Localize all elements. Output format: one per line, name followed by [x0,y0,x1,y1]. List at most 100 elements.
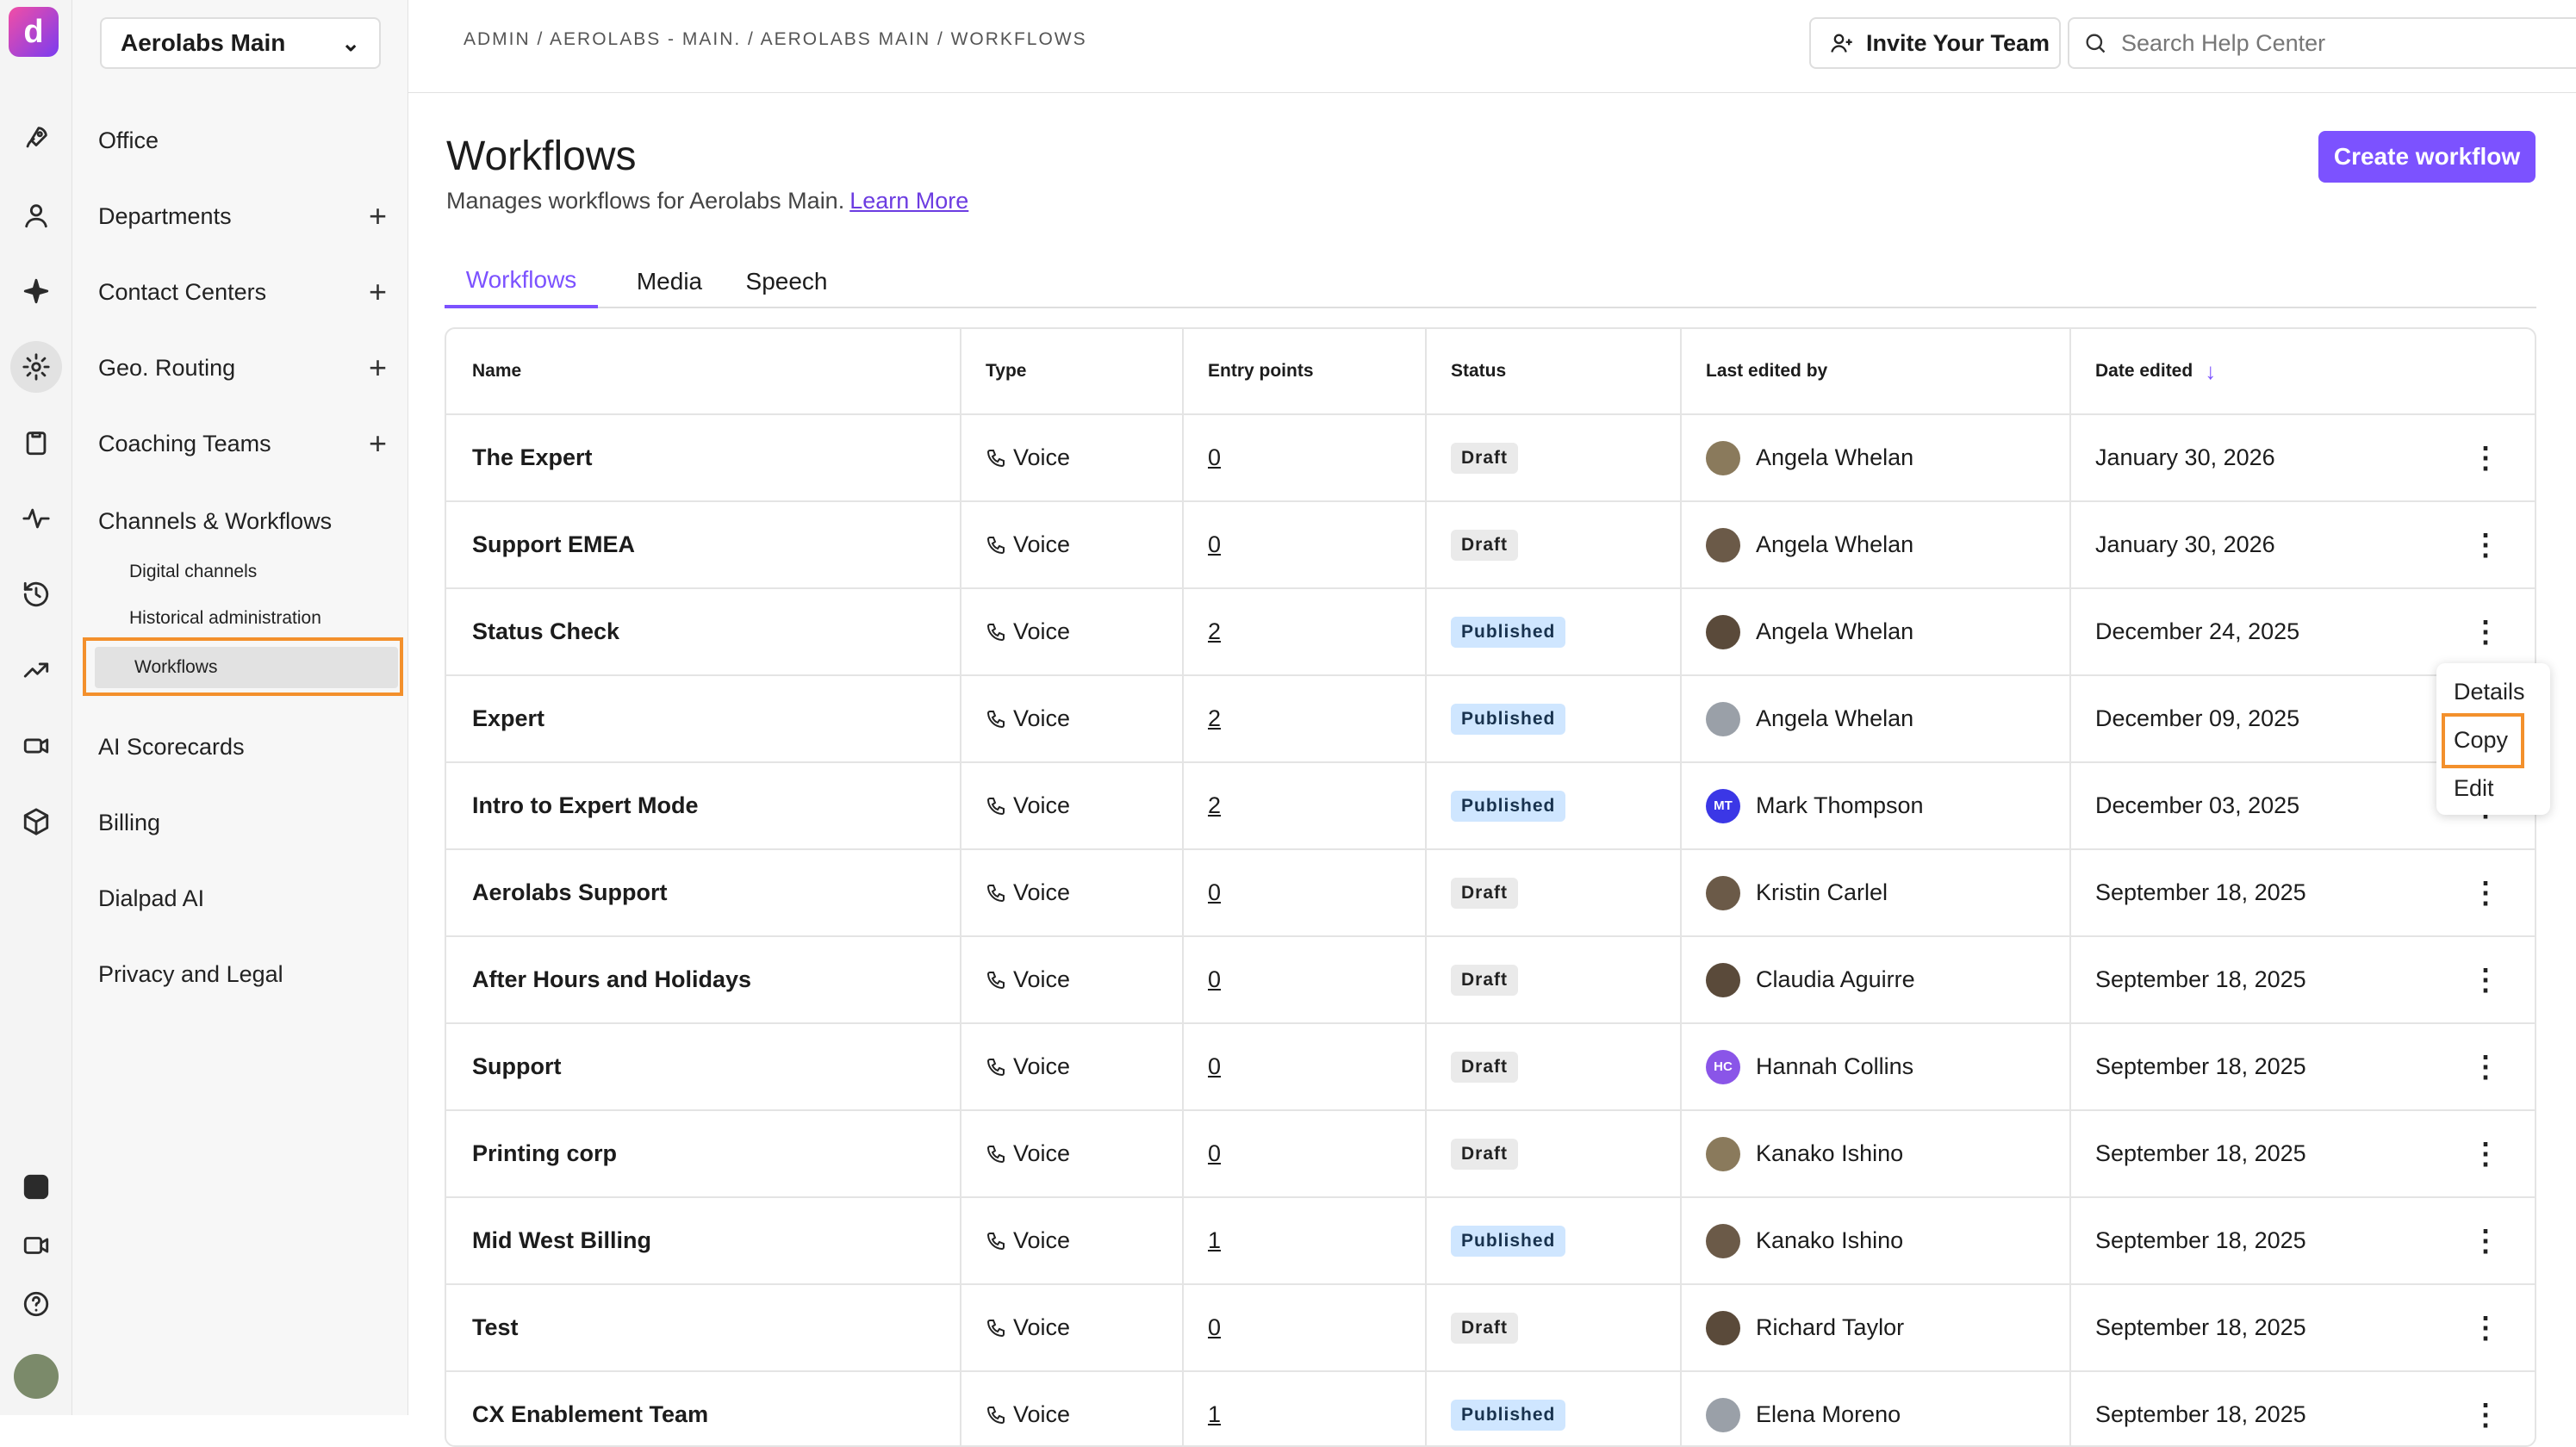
workflow-name[interactable]: Status Check [446,589,619,674]
header-name[interactable]: Name [446,329,521,413]
history-icon[interactable] [10,568,62,620]
learn-more-link[interactable]: Learn More [849,188,968,214]
entry-points-link[interactable]: 2 [1182,676,1221,761]
workflow-name[interactable]: Printing corp [446,1111,617,1196]
video-icon[interactable] [10,1220,62,1271]
nav-sub-digital-channels[interactable]: Digital channels [129,553,257,591]
office-selector[interactable]: Aerolabs Main ⌄ [100,17,381,69]
rocket-icon[interactable] [10,112,62,164]
table-row[interactable]: The Expert Voice 0 Draft Angela Whelan Januar… [446,415,2535,502]
header-status[interactable]: Status [1425,329,1506,413]
entry-points-link[interactable]: 0 [1182,502,1221,587]
more-options-icon[interactable]: ⋮ [2471,850,2500,935]
workflow-name[interactable]: Intro to Expert Mode [446,763,699,848]
create-workflow-button[interactable]: Create workflow [2318,131,2536,183]
entry-points-link[interactable]: 0 [1182,1024,1221,1109]
header-type[interactable]: Type [960,329,1026,413]
user-icon[interactable] [10,189,62,241]
entry-points-link[interactable]: 1 [1182,1372,1221,1445]
entry-points-link[interactable]: 0 [1182,937,1221,1022]
workflow-name[interactable]: Expert [446,676,544,761]
tab-media[interactable]: Media [608,255,731,308]
nav-item-privacy-legal[interactable]: Privacy and Legal [98,949,387,999]
gear-icon[interactable] [10,341,62,393]
sparkle-icon[interactable] [10,265,62,317]
workflow-name[interactable]: CX Enablement Team [446,1372,708,1445]
cube-icon[interactable] [10,796,62,848]
nav-item-contact-centers[interactable]: Contact Centers + [98,267,387,317]
entry-points-link[interactable]: 0 [1182,1285,1221,1370]
entry-points-link[interactable]: 0 [1182,1111,1221,1196]
table-row[interactable]: Status Check Voice 2 Published Angela Whelan… [446,589,2535,676]
header-date-edited[interactable]: Date edited ↓ [2069,329,2216,413]
search-input[interactable] [2121,29,2535,57]
workflow-name[interactable]: After Hours and Holidays [446,937,751,1022]
nav-item-billing[interactable]: Billing [98,798,387,848]
dialpad-app-icon[interactable] [10,1161,62,1213]
workflow-name[interactable]: Support [446,1024,561,1109]
menu-item-copy[interactable]: Copy [2454,727,2508,754]
activity-icon[interactable] [10,493,62,544]
more-options-icon[interactable]: ⋮ [2471,1111,2500,1196]
nav-sub-workflows[interactable]: Workflows [95,647,398,688]
status-badge: Draft [1451,964,1519,996]
nav-item-geo-routing[interactable]: Geo. Routing + [98,343,387,393]
clipboard-icon[interactable] [10,417,62,469]
table-row[interactable]: Intro to Expert Mode Voice 2 Published MT Mar… [446,763,2535,850]
entry-points-link[interactable]: 1 [1182,1198,1221,1283]
tab-workflows[interactable]: Workflows [445,255,598,308]
date-edited: January 30, 2026 [2095,531,2275,557]
table-row[interactable]: Printing corp Voice 0 Draft Kanako Ishino Sep… [446,1111,2535,1198]
menu-item-edit[interactable]: Edit [2454,775,2494,802]
menu-item-details[interactable]: Details [2454,679,2525,705]
table-row[interactable]: After Hours and Holidays Voice 0 Draft Claud… [446,937,2535,1024]
table-row[interactable]: Support EMEA Voice 0 Draft Angela Whelan Janu… [446,502,2535,589]
nav-item-office[interactable]: Office [98,115,387,165]
trending-icon[interactable] [10,644,62,696]
more-options-icon[interactable]: ⋮ [2471,589,2500,674]
table-row[interactable]: CX Enablement Team Voice 1 Published Elena M… [446,1372,2535,1445]
more-options-icon[interactable]: ⋮ [2471,1024,2500,1109]
plus-icon[interactable]: + [369,198,387,234]
nav-item-departments[interactable]: Departments + [98,191,387,241]
header-entry-points[interactable]: Entry points [1182,329,1314,413]
nav-item-coaching-teams[interactable]: Coaching Teams + [98,419,387,469]
workflow-name[interactable]: Aerolabs Support [446,850,668,935]
workflow-name[interactable]: The Expert [446,415,593,500]
entry-points-link[interactable]: 0 [1182,415,1221,500]
more-options-icon[interactable]: ⋮ [2471,937,2500,1022]
plus-icon[interactable]: + [369,274,387,310]
table-row[interactable]: Aerolabs Support Voice 0 Draft Kristin Carle… [446,850,2535,937]
dialpad-logo[interactable]: d [9,7,59,57]
invite-team-button[interactable]: Invite Your Team [1809,17,2061,69]
more-options-icon[interactable]: ⋮ [2471,1372,2500,1445]
profile-avatar[interactable] [10,1351,62,1402]
workflow-name[interactable]: Support EMEA [446,502,635,587]
entry-points-link[interactable]: 2 [1182,763,1221,848]
nav-item-dialpad-ai[interactable]: Dialpad AI [98,873,387,923]
table-row[interactable]: Support Voice 0 Draft HC Hannah Collins Septem… [446,1024,2535,1111]
nav-item-ai-scorecards[interactable]: AI Scorecards [98,722,387,772]
entry-points-link[interactable]: 0 [1182,850,1221,935]
table-row[interactable]: Expert Voice 2 Published Angela Whelan Decemb… [446,676,2535,763]
entry-points-link[interactable]: 2 [1182,589,1221,674]
more-options-icon[interactable]: ⋮ [2471,502,2500,587]
more-options-icon[interactable]: ⋮ [2471,1198,2500,1283]
more-options-icon[interactable]: ⋮ [2471,1285,2500,1370]
video-ai-icon[interactable] [10,720,62,772]
workflow-name[interactable]: Test [446,1285,519,1370]
nav-sub-historical-admin[interactable]: Historical administration [129,599,321,637]
search-bar[interactable] [2068,17,2576,69]
plus-icon[interactable]: + [369,350,387,386]
workflow-type: Voice [960,1198,1070,1283]
status-cell: Published [1425,676,1566,761]
header-last-edited-by[interactable]: Last edited by [1680,329,1827,413]
table-row[interactable]: Mid West Billing Voice 1 Published Kanako Is… [446,1198,2535,1285]
help-icon[interactable] [10,1278,62,1330]
more-options-icon[interactable]: ⋮ [2471,415,2500,500]
tab-speech[interactable]: Speech [729,255,844,308]
table-row[interactable]: Test Voice 0 Draft Richard Taylor September 1… [446,1285,2535,1372]
nav-item-channels-workflows[interactable]: Channels & Workflows [98,496,387,546]
plus-icon[interactable]: + [369,425,387,462]
workflow-name[interactable]: Mid West Billing [446,1198,651,1283]
